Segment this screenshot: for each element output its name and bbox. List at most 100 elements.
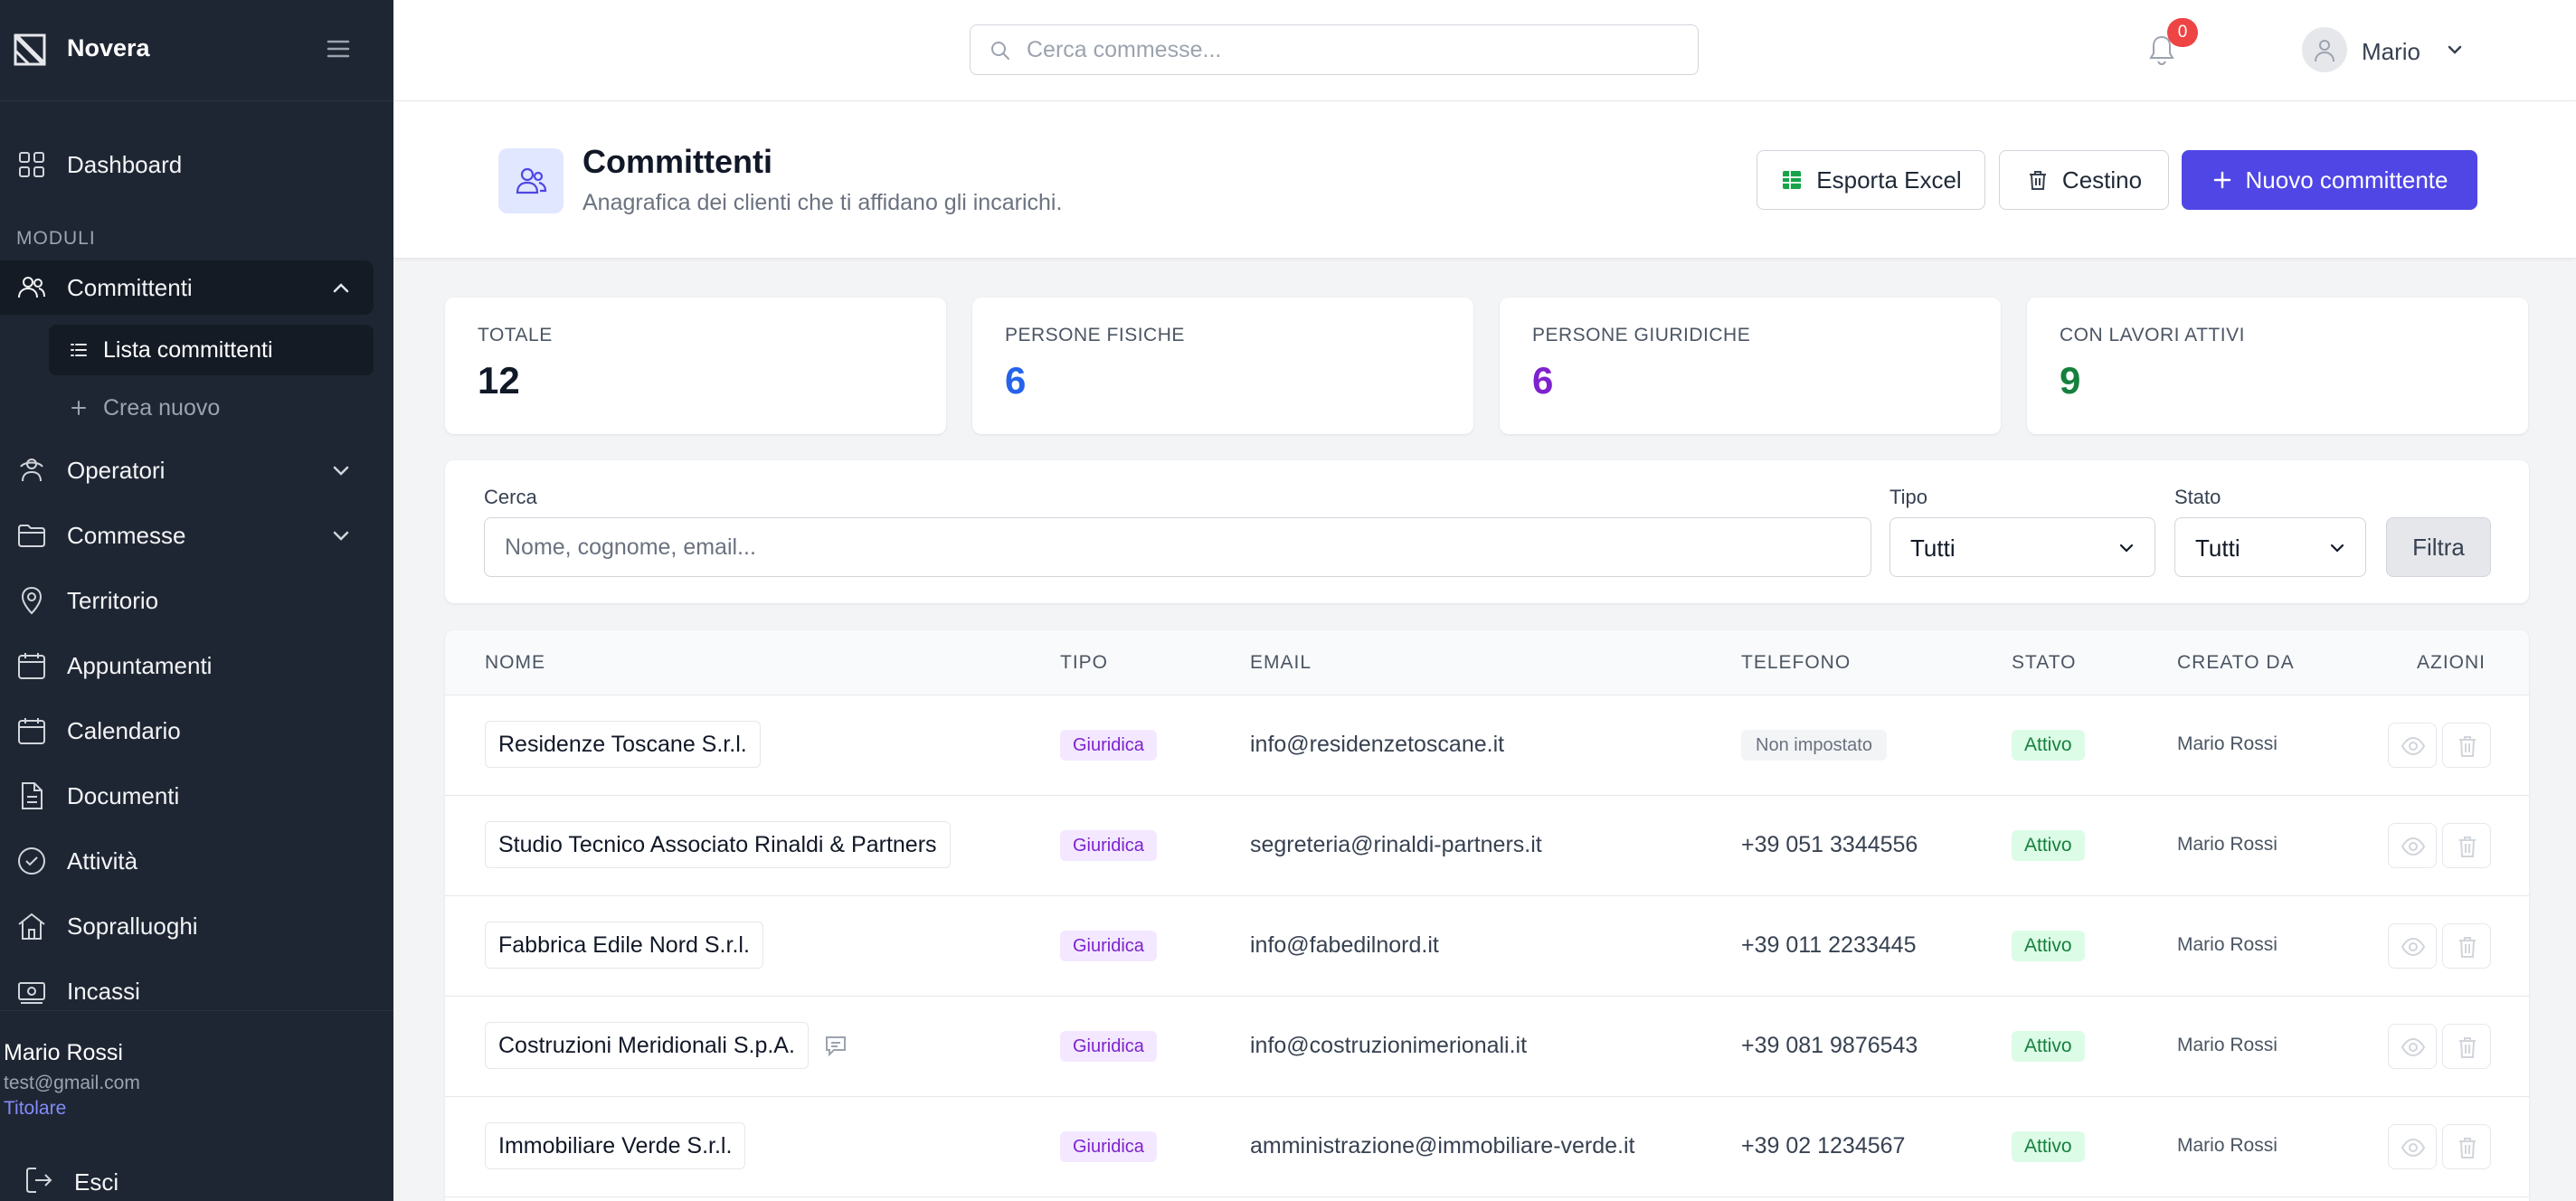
operator-icon — [20, 459, 43, 482]
sidebar-item-label: Documenti — [67, 781, 180, 809]
map-pin-icon — [21, 586, 43, 615]
committente-name-link[interactable]: Residenze Toscane S.r.l. — [485, 721, 761, 768]
sidebar-item-appuntamenti[interactable]: Appuntamenti — [0, 638, 393, 693]
view-button[interactable] — [2388, 823, 2437, 868]
table-row: Fabbrica Edile Nord S.r.l. Giuridica inf… — [445, 896, 2529, 997]
column-header-stato[interactable]: STATO — [2012, 652, 2077, 674]
logout-button[interactable]: Esci — [0, 1156, 393, 1201]
status-badge: Attivo — [2012, 931, 2085, 961]
sidebar-item-dashboard[interactable]: Dashboard — [0, 137, 393, 192]
sidebar-item-sopralluoghi[interactable]: Sopralluoghi — [0, 899, 393, 953]
filter-stato-value: Tutti — [2195, 534, 2240, 562]
sidebar-item-label: Incassi — [67, 977, 140, 1005]
telefono-cell: +39 081 9876543 — [1741, 1033, 1918, 1058]
sidebar-subitem-lista-committenti[interactable]: Lista committenti — [49, 325, 374, 375]
sidebar-user-email: test@gmail.com — [4, 1073, 140, 1093]
column-header-tipo[interactable]: TIPO — [1060, 652, 1108, 674]
filter-search-label: Cerca — [484, 486, 537, 508]
search-icon — [991, 42, 1009, 60]
filter-tipo-select[interactable]: Tutti — [1889, 517, 2155, 577]
sidebar-item-documenti[interactable]: Documenti — [0, 769, 393, 823]
email-cell: info@fabedilnord.it — [1250, 932, 1439, 958]
committente-name-link[interactable]: Immobiliare Verde S.r.l. — [485, 1122, 746, 1169]
delete-button[interactable] — [2442, 1124, 2491, 1169]
app-name: Novera — [67, 34, 150, 61]
new-committente-button[interactable]: Nuovo committente — [2182, 150, 2477, 210]
export-excel-button[interactable]: Esporta Excel — [1757, 150, 1985, 210]
sidebar-subitem-label: Crea nuovo — [103, 394, 221, 421]
trash-button[interactable]: Cestino — [1999, 150, 2169, 210]
sidebar-item-label: Attività — [67, 846, 138, 875]
trash-icon — [2459, 1138, 2476, 1158]
column-header-email[interactable]: EMAIL — [1250, 652, 1312, 674]
view-button[interactable] — [2388, 1024, 2437, 1069]
tipo-badge: Giuridica — [1060, 931, 1157, 961]
trash-icon — [2459, 937, 2476, 958]
sidebar-user-role: Titolare — [4, 1098, 67, 1119]
creato-da-cell: Mario Rossi — [2177, 1035, 2278, 1055]
page-header-icon — [498, 148, 564, 213]
tipo-badge: Giuridica — [1060, 1131, 1157, 1162]
stat-card-persone-giuridiche: PERSONE GIURIDICHE 6 — [1500, 298, 2001, 434]
stat-value: 6 — [1005, 359, 1027, 402]
committente-name-link[interactable]: Costruzioni Meridionali S.p.A. — [485, 1022, 809, 1069]
sidebar-item-calendario[interactable]: Calendario — [0, 704, 393, 758]
user-menu-name: Mario — [2362, 38, 2421, 65]
creato-da-cell: Mario Rossi — [2177, 834, 2278, 855]
column-header-creato-da[interactable]: CREATO DA — [2177, 652, 2295, 674]
delete-button[interactable] — [2442, 723, 2491, 768]
view-button[interactable] — [2388, 1124, 2437, 1169]
sidebar-subitem-crea-nuovo[interactable]: Crea nuovo — [49, 383, 374, 433]
calendar-icon — [18, 718, 45, 744]
table-row: Residenze Toscane S.r.l. Giuridica info@… — [445, 695, 2529, 796]
page-title: Committenti — [582, 143, 772, 180]
sidebar-user-box: Mario Rossi test@gmail.com Titolare Esci — [0, 1010, 393, 1201]
sidebar: Novera Dashboard MODULI Committenti List… — [0, 0, 393, 1201]
filter-button[interactable]: Filtra — [2386, 517, 2491, 577]
delete-button[interactable] — [2442, 1024, 2491, 1069]
delete-button[interactable] — [2442, 923, 2491, 969]
hamburger-menu-icon[interactable] — [324, 34, 353, 63]
eye-icon — [2401, 937, 2426, 957]
view-button[interactable] — [2388, 923, 2437, 969]
users-icon — [516, 167, 547, 194]
eye-icon — [2401, 837, 2426, 856]
notification-badge: 0 — [2167, 18, 2198, 47]
sidebar-item-commesse[interactable]: Commesse — [0, 508, 393, 563]
delete-button[interactable] — [2442, 823, 2491, 868]
filter-stato-select[interactable]: Tutti — [2174, 517, 2366, 577]
telefono-empty-badge: Non impostato — [1741, 730, 1887, 761]
filter-search-input[interactable] — [484, 517, 1871, 577]
table-row: Studio Tecnico Associato Rinaldi & Partn… — [445, 796, 2529, 896]
excel-icon — [1783, 171, 1802, 189]
plus-icon — [2213, 171, 2230, 189]
sidebar-item-operatori[interactable]: Operatori — [0, 443, 393, 497]
filter-tipo-value: Tutti — [1910, 534, 1956, 562]
sidebar-item-attivita[interactable]: Attività — [0, 834, 393, 888]
email-cell: segreteria@rinaldi-partners.it — [1250, 832, 1542, 857]
trash-icon — [2029, 171, 2046, 190]
column-header-nome[interactable]: NOME — [485, 652, 545, 674]
tipo-badge: Giuridica — [1060, 830, 1157, 861]
tipo-badge: Giuridica — [1060, 1031, 1157, 1062]
global-search-input[interactable] — [1027, 33, 1678, 67]
user-menu[interactable]: Mario — [2302, 25, 2492, 76]
creato-da-cell: Mario Rossi — [2177, 934, 2278, 955]
comment-icon[interactable] — [823, 1033, 848, 1058]
trash-icon — [2459, 736, 2476, 757]
page-subtitle: Anagrafica dei clienti che ti affidano g… — [582, 190, 1063, 215]
telefono-cell: +39 02 1234567 — [1741, 1133, 1906, 1158]
global-search[interactable] — [970, 24, 1699, 75]
check-circle-icon — [18, 847, 45, 875]
committente-name-link[interactable]: Studio Tecnico Associato Rinaldi & Partn… — [485, 821, 951, 868]
table-row: Costruzioni Meridionali S.p.A. Giuridica… — [445, 997, 2529, 1097]
stat-label: PERSONE GIURIDICHE — [1532, 325, 1751, 345]
folder-icon — [18, 525, 45, 547]
column-header-telefono[interactable]: TELEFONO — [1741, 652, 1851, 674]
view-button[interactable] — [2388, 723, 2437, 768]
committente-name-link[interactable]: Fabbrica Edile Nord S.r.l. — [485, 922, 763, 969]
stat-label: TOTALE — [478, 325, 553, 345]
users-icon — [18, 277, 45, 298]
sidebar-item-committenti[interactable]: Committenti — [0, 260, 374, 315]
sidebar-item-territorio[interactable]: Territorio — [0, 573, 393, 628]
